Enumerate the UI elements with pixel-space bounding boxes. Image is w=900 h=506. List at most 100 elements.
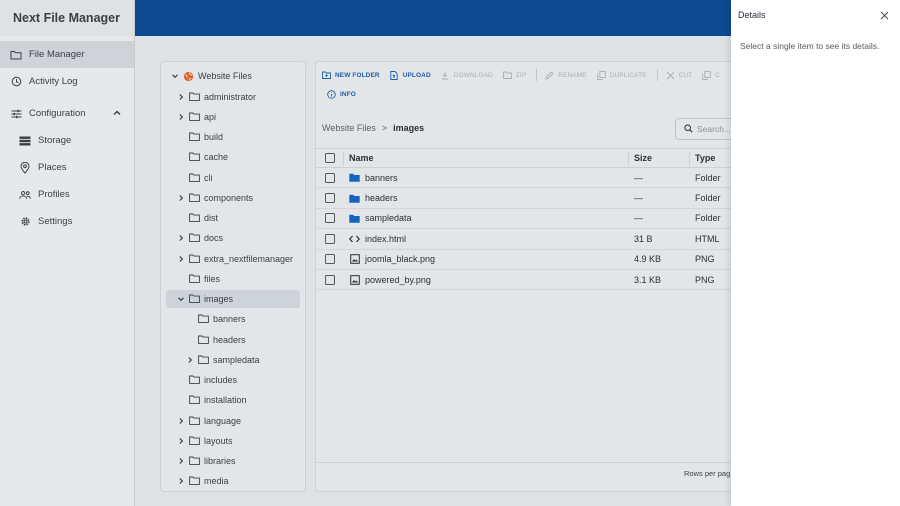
table-row[interactable]: joomla_black.png 4.9 KB PNG xyxy=(316,250,731,270)
chevron-right-icon[interactable] xyxy=(176,456,186,466)
archive-icon xyxy=(502,71,512,80)
folder-outline-icon xyxy=(189,193,200,203)
app-header-bar xyxy=(135,0,731,36)
tree-item[interactable]: includes xyxy=(176,371,237,389)
tree-item[interactable]: extra_nextfilemanager xyxy=(176,250,293,268)
sidebar-item-configuration[interactable]: Configuration xyxy=(0,100,134,127)
table-row[interactable]: headers — Folder xyxy=(316,188,731,209)
row-checkbox[interactable] xyxy=(325,193,335,204)
chevron-right-icon[interactable] xyxy=(176,92,186,102)
chevron-right-icon[interactable] xyxy=(176,112,186,122)
file-name-cell[interactable]: sampledata xyxy=(349,209,412,228)
column-header-size[interactable]: Size xyxy=(634,149,652,167)
row-select-cell[interactable] xyxy=(325,250,335,269)
chevron-up-icon[interactable] xyxy=(112,108,122,118)
tree-label: layouts xyxy=(204,435,233,446)
tree-item[interactable]: banners xyxy=(185,310,246,328)
tree-item[interactable]: components xyxy=(176,189,253,207)
info-button[interactable]: INFO xyxy=(327,90,356,99)
tree-item[interactable]: headers xyxy=(185,331,246,349)
search-input[interactable] xyxy=(697,124,731,134)
table-row[interactable]: sampledata — Folder xyxy=(316,209,731,230)
select-all-cell[interactable] xyxy=(325,149,335,167)
download-button[interactable]: DOWNLOAD xyxy=(441,71,493,80)
row-checkbox[interactable] xyxy=(325,254,335,265)
column-header-name[interactable]: Name xyxy=(349,149,374,167)
row-select-cell[interactable] xyxy=(325,168,335,187)
tree-item[interactable]: build xyxy=(176,128,223,146)
column-header-type[interactable]: Type xyxy=(695,149,715,167)
file-name-cell[interactable]: banners xyxy=(349,168,398,187)
tree-item[interactable]: files xyxy=(176,270,220,288)
tree-item[interactable]: libraries xyxy=(176,452,236,470)
file-name-cell[interactable]: powered_by.png xyxy=(349,270,431,289)
row-checkbox[interactable] xyxy=(325,213,335,224)
row-select-cell[interactable] xyxy=(325,270,335,289)
table-row[interactable]: powered_by.png 3.1 KB PNG xyxy=(316,270,731,291)
tree-label: Website Files xyxy=(198,71,252,81)
chevron-right-icon[interactable] xyxy=(176,436,186,446)
chevron-down-icon[interactable] xyxy=(176,294,186,304)
new-folder-button[interactable]: NEW FOLDER xyxy=(322,71,380,80)
tree-item[interactable]: media xyxy=(176,472,229,490)
chevron-right-icon[interactable] xyxy=(185,355,195,365)
sidebar-item-storage[interactable]: Storage xyxy=(0,127,134,154)
tree-item[interactable]: sampledata xyxy=(185,351,260,369)
tree-item[interactable]: api xyxy=(176,108,216,126)
folder-outline-icon xyxy=(189,92,200,102)
row-select-cell[interactable] xyxy=(325,209,335,228)
row-checkbox[interactable] xyxy=(325,233,335,244)
folder-outline-icon xyxy=(189,416,200,426)
copy-button[interactable]: C xyxy=(702,70,720,80)
file-size: — xyxy=(634,213,643,224)
toolbar-divider xyxy=(656,69,658,81)
cut-button[interactable]: CUT xyxy=(666,71,693,80)
tree-label: build xyxy=(204,132,224,142)
tree-root[interactable]: Website Files xyxy=(170,67,252,85)
tree-item[interactable]: layouts xyxy=(176,432,233,450)
folder-outline-icon xyxy=(189,112,200,122)
tree-item[interactable]: docs xyxy=(176,229,223,247)
tree-item[interactable]: installation xyxy=(176,391,247,409)
table-row[interactable]: banners — Folder xyxy=(316,168,731,189)
chevron-right-icon[interactable] xyxy=(176,233,186,243)
sidebar-item-places[interactable]: Places xyxy=(0,154,134,181)
column-divider xyxy=(689,152,690,166)
breadcrumb-root[interactable]: Website Files xyxy=(322,123,376,133)
sidebar-item-activity-log[interactable]: Activity Log xyxy=(0,68,134,95)
chevron-right-icon[interactable] xyxy=(176,476,186,486)
chevron-down-icon[interactable] xyxy=(170,71,180,81)
folder-outline-icon xyxy=(189,233,200,243)
tree-item[interactable]: cli xyxy=(176,169,213,187)
folder-tree-panel: Website Files administrator api build cache… xyxy=(160,61,306,492)
upload-button[interactable]: UPLOAD xyxy=(390,70,431,80)
row-select-cell[interactable] xyxy=(325,188,335,207)
rename-button[interactable]: RENAME xyxy=(545,70,587,80)
select-all-checkbox[interactable] xyxy=(325,153,335,163)
sidebar-item-file-manager[interactable]: File Manager xyxy=(0,41,134,68)
search-box[interactable] xyxy=(675,118,731,140)
tree-item[interactable]: administrator xyxy=(176,88,256,106)
row-select-cell[interactable] xyxy=(325,229,335,248)
sidebar-item-profiles[interactable]: Profiles xyxy=(0,181,134,208)
chevron-right-icon[interactable] xyxy=(176,254,186,264)
file-type: PNG xyxy=(695,274,715,285)
file-name-cell[interactable]: index.html xyxy=(349,229,406,248)
tree-item[interactable]: language xyxy=(176,412,241,430)
zip-button[interactable]: ZIP xyxy=(502,71,526,80)
file-name-cell[interactable]: headers xyxy=(349,188,398,207)
file-name-cell[interactable]: joomla_black.png xyxy=(349,250,435,269)
tree-item[interactable]: cache xyxy=(176,148,228,166)
row-checkbox[interactable] xyxy=(325,172,335,183)
sidebar-item-settings[interactable]: Settings xyxy=(0,208,134,235)
table-row[interactable]: index.html 31 B HTML xyxy=(316,229,731,250)
row-checkbox[interactable] xyxy=(325,274,335,285)
chevron-right-icon[interactable] xyxy=(176,193,186,203)
close-button[interactable] xyxy=(879,10,889,20)
tree-item[interactable]: dist xyxy=(176,209,218,227)
tree-item[interactable]: images xyxy=(166,290,300,308)
pencil-icon xyxy=(545,70,554,80)
chevron-right-icon[interactable] xyxy=(176,416,186,426)
duplicate-button[interactable]: DUPLICATE xyxy=(596,70,647,80)
